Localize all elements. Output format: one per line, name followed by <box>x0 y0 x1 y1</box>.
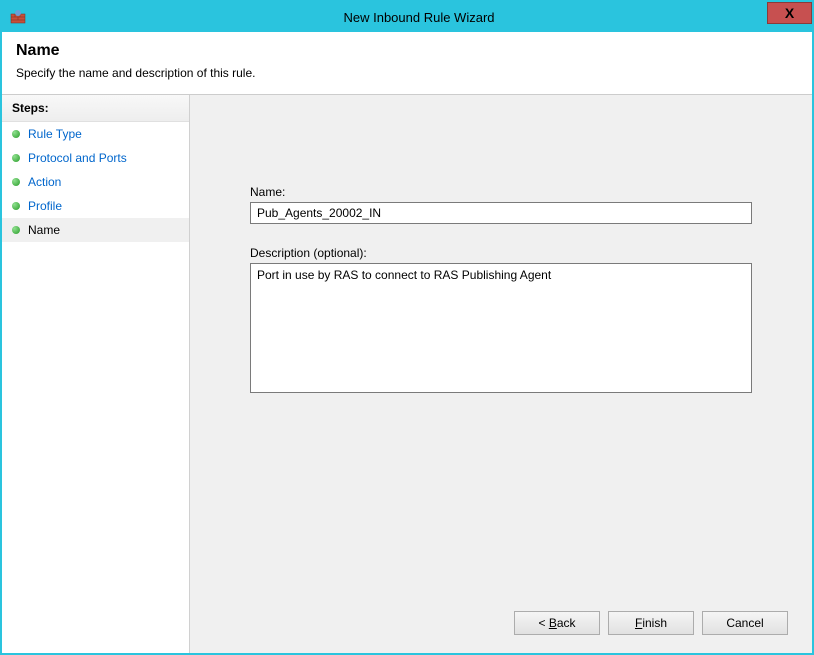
back-button[interactable]: < Back <box>514 611 600 635</box>
sidebar-item-label: Rule Type <box>28 127 82 141</box>
window-title: New Inbound Rule Wizard <box>26 10 812 25</box>
page-description: Specify the name and description of this… <box>16 66 798 80</box>
steps-header: Steps: <box>2 95 189 122</box>
sidebar-item-label: Profile <box>28 199 62 213</box>
sidebar-item-label: Action <box>28 175 61 189</box>
description-input[interactable] <box>250 263 752 393</box>
finish-button[interactable]: Finish <box>608 611 694 635</box>
main-content: Name: Description (optional): < Back Fin… <box>190 95 812 653</box>
cancel-button[interactable]: Cancel <box>702 611 788 635</box>
titlebar: New Inbound Rule Wizard X <box>2 2 812 32</box>
description-group: Description (optional): <box>250 246 752 396</box>
firewall-icon <box>10 9 26 25</box>
sidebar-item-protocol-and-ports[interactable]: Protocol and Ports <box>2 146 189 170</box>
name-label: Name: <box>250 185 752 199</box>
bullet-icon <box>12 154 20 162</box>
sidebar-item-label: Protocol and Ports <box>28 151 127 165</box>
bullet-icon <box>12 202 20 210</box>
sidebar-item-rule-type[interactable]: Rule Type <box>2 122 189 146</box>
name-input[interactable] <box>250 202 752 224</box>
sidebar-item-label: Name <box>28 223 60 237</box>
wizard-window: New Inbound Rule Wizard X Name Specify t… <box>0 0 814 655</box>
sidebar-item-profile[interactable]: Profile <box>2 194 189 218</box>
close-button[interactable]: X <box>767 2 812 24</box>
steps-sidebar: Steps: Rule Type Protocol and Ports Acti… <box>2 95 190 653</box>
button-bar: < Back Finish Cancel <box>190 597 812 653</box>
wizard-body: Steps: Rule Type Protocol and Ports Acti… <box>2 95 812 653</box>
sidebar-item-name[interactable]: Name <box>2 218 189 242</box>
bullet-icon <box>12 130 20 138</box>
bullet-icon <box>12 226 20 234</box>
bullet-icon <box>12 178 20 186</box>
form-area: Name: Description (optional): <box>190 95 812 418</box>
description-label: Description (optional): <box>250 246 752 260</box>
close-icon: X <box>785 5 794 21</box>
name-group: Name: <box>250 185 752 224</box>
page-title: Name <box>16 42 798 60</box>
sidebar-item-action[interactable]: Action <box>2 170 189 194</box>
page-header: Name Specify the name and description of… <box>2 32 812 95</box>
